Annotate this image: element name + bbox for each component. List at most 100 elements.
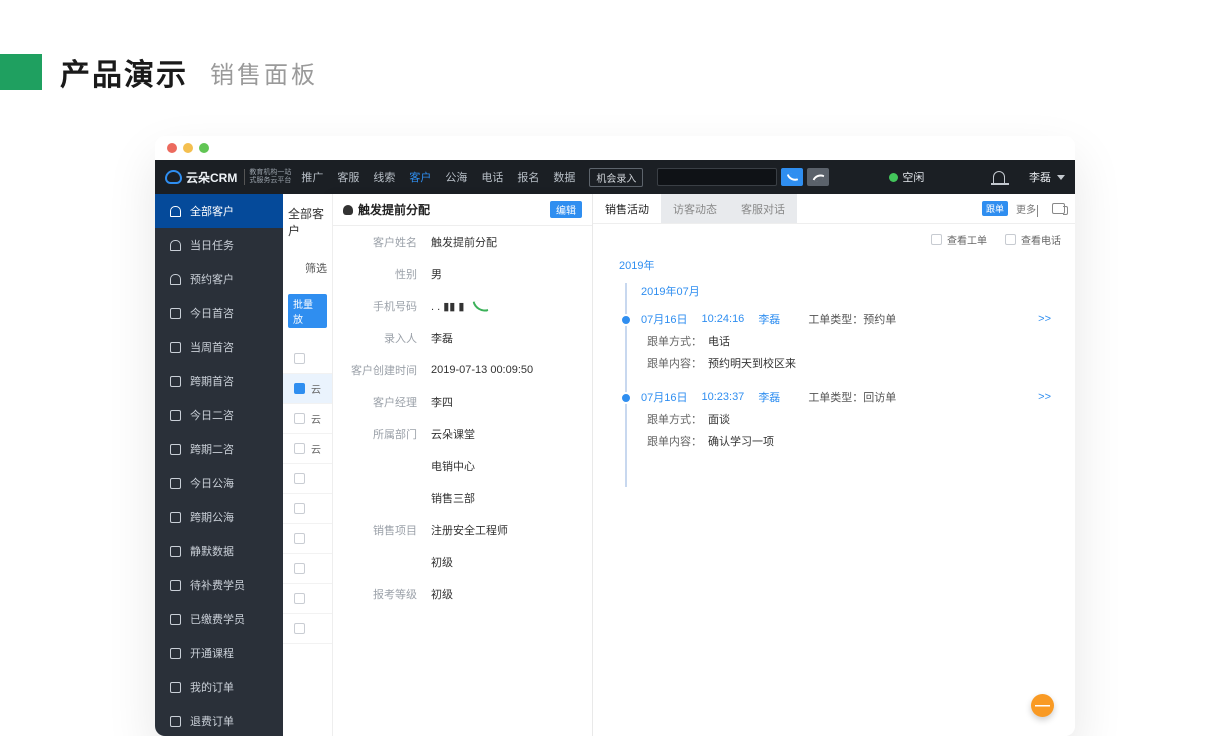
sidebar-item[interactable]: 跨期二咨	[155, 432, 283, 466]
hangup-button[interactable]	[807, 168, 829, 186]
list-row[interactable]	[283, 554, 332, 584]
checkbox-icon[interactable]	[294, 503, 305, 514]
search-input[interactable]	[657, 168, 777, 186]
chevron-down-icon	[1037, 205, 1038, 217]
sidebar-label: 我的订单	[190, 679, 234, 695]
activity-tab[interactable]: 访客动态	[661, 194, 729, 223]
checkbox-icon[interactable]	[294, 563, 305, 574]
call-button[interactable]	[781, 168, 803, 186]
export-icon[interactable]	[1052, 203, 1065, 214]
list-row[interactable]: 云	[283, 374, 332, 404]
nav-icon	[170, 682, 181, 693]
zoom-icon[interactable]	[199, 143, 209, 153]
sidebar-label: 跨期首咨	[190, 373, 234, 389]
list-row[interactable]	[283, 494, 332, 524]
tl-type: 工单类型：预约单	[808, 311, 896, 327]
fab-button[interactable]: —	[1031, 694, 1054, 717]
checkbox-icon[interactable]	[294, 593, 305, 604]
checkbox-icon[interactable]	[294, 443, 305, 454]
list-row[interactable]	[283, 524, 332, 554]
nav-icon	[170, 580, 181, 591]
opportunity-button[interactable]: 机会录入	[589, 168, 643, 187]
list-row[interactable]	[283, 584, 332, 614]
followup-badge[interactable]: 跟单	[982, 201, 1008, 216]
brand-tagline: 教育机构一站 式服务云平台	[244, 169, 291, 185]
batch-button[interactable]: 批量放	[288, 294, 327, 328]
status-text[interactable]: 空闲	[902, 169, 924, 185]
field-value: 销售三部	[431, 490, 475, 506]
activity-tab[interactable]: 客服对话	[729, 194, 797, 223]
list-row[interactable]	[283, 464, 332, 494]
sidebar-item[interactable]: 已缴费学员	[155, 602, 283, 636]
user-name[interactable]: 李磊	[1029, 169, 1051, 185]
list-row[interactable]: 云	[283, 404, 332, 434]
sidebar-item[interactable]: 今日首咨	[155, 296, 283, 330]
view-calls-checkbox[interactable]: 查看电话	[1005, 232, 1061, 247]
checkbox-icon[interactable]	[294, 473, 305, 484]
timeline: 2019年 2019年07月 07月16日10:24:16李磊工单类型：预约单>…	[593, 257, 1075, 487]
sidebar-item[interactable]: 退费订单	[155, 704, 283, 736]
sidebar-item[interactable]: 当日任务	[155, 228, 283, 262]
app-body: 全部客户当日任务预约客户今日首咨当周首咨跨期首咨今日二咨跨期二咨今日公海跨期公海…	[155, 194, 1075, 736]
sidebar-item[interactable]: 预约客户	[155, 262, 283, 296]
view-tickets-checkbox[interactable]: 查看工单	[931, 232, 987, 247]
field-label: 报考等级	[345, 586, 417, 602]
nav-item[interactable]: 客户	[409, 169, 431, 185]
timeline-year: 2019年	[619, 257, 1055, 273]
checkbox-icon[interactable]	[294, 383, 305, 394]
nav-icon	[170, 512, 181, 523]
nav-icon	[170, 716, 181, 727]
close-icon[interactable]	[167, 143, 177, 153]
nav-icon	[170, 206, 181, 217]
chevron-down-icon[interactable]	[1057, 175, 1065, 180]
sidebar-label: 跨期二咨	[190, 441, 234, 457]
nav-item[interactable]: 推广	[301, 169, 323, 185]
sidebar-item[interactable]: 当周首咨	[155, 330, 283, 364]
edit-button[interactable]: 编辑	[550, 201, 582, 218]
bell-icon[interactable]	[993, 171, 1005, 184]
nav-icon	[170, 274, 181, 285]
brand[interactable]: 云朵CRM 教育机构一站 式服务云平台	[165, 169, 291, 186]
phone-icon	[787, 171, 799, 183]
list-row[interactable]	[283, 614, 332, 644]
activity-tab[interactable]: 销售活动	[593, 194, 661, 223]
brand-text: 云朵CRM	[186, 169, 237, 186]
nav-item[interactable]: 线索	[373, 169, 395, 185]
sidebar-item[interactable]: 今日公海	[155, 466, 283, 500]
call-icon[interactable]	[473, 298, 489, 314]
sidebar-item[interactable]: 静默数据	[155, 534, 283, 568]
sidebar-item[interactable]: 跨期公海	[155, 500, 283, 534]
checkbox-icon[interactable]	[294, 533, 305, 544]
customer-list: 全部客户 筛选 批量放 云云云	[283, 194, 333, 736]
detail-title: 触发提前分配	[343, 201, 430, 218]
sidebar-item[interactable]: 全部客户	[155, 194, 283, 228]
phone-icon	[812, 171, 824, 183]
sidebar-item[interactable]: 待补费学员	[155, 568, 283, 602]
nav-icon	[170, 240, 181, 251]
timeline-item: 07月16日10:24:16李磊工单类型：预约单>>跟单方式：电话跟单内容：预约…	[641, 311, 1055, 371]
nav-item[interactable]: 电话	[481, 169, 503, 185]
filter-label[interactable]: 筛选	[283, 239, 332, 276]
field-label: 客户姓名	[345, 234, 417, 250]
list-row[interactable]	[283, 344, 332, 374]
checkbox-icon[interactable]	[294, 623, 305, 634]
checkbox-icon[interactable]	[294, 353, 305, 364]
more-button[interactable]: 更多	[1016, 201, 1038, 216]
sidebar-item[interactable]: 我的订单	[155, 670, 283, 704]
nav-item[interactable]: 客服	[337, 169, 359, 185]
nav-item[interactable]: 数据	[553, 169, 575, 185]
nav-icon	[170, 478, 181, 489]
checkbox-icon[interactable]	[294, 413, 305, 424]
sidebar-item[interactable]: 跨期首咨	[155, 364, 283, 398]
sidebar-item[interactable]: 开通课程	[155, 636, 283, 670]
timeline-body: 2019年07月 07月16日10:24:16李磊工单类型：预约单>>跟单方式：…	[625, 283, 1055, 487]
expand-button[interactable]: >>	[1038, 313, 1055, 325]
minimize-icon[interactable]	[183, 143, 193, 153]
sidebar-item[interactable]: 今日二咨	[155, 398, 283, 432]
list-row[interactable]: 云	[283, 434, 332, 464]
expand-button[interactable]: >>	[1038, 391, 1055, 403]
nav-item[interactable]: 公海	[445, 169, 467, 185]
sidebar-label: 已缴费学员	[190, 611, 245, 627]
nav-item[interactable]: 报名	[517, 169, 539, 185]
tl-who: 李磊	[758, 389, 780, 405]
